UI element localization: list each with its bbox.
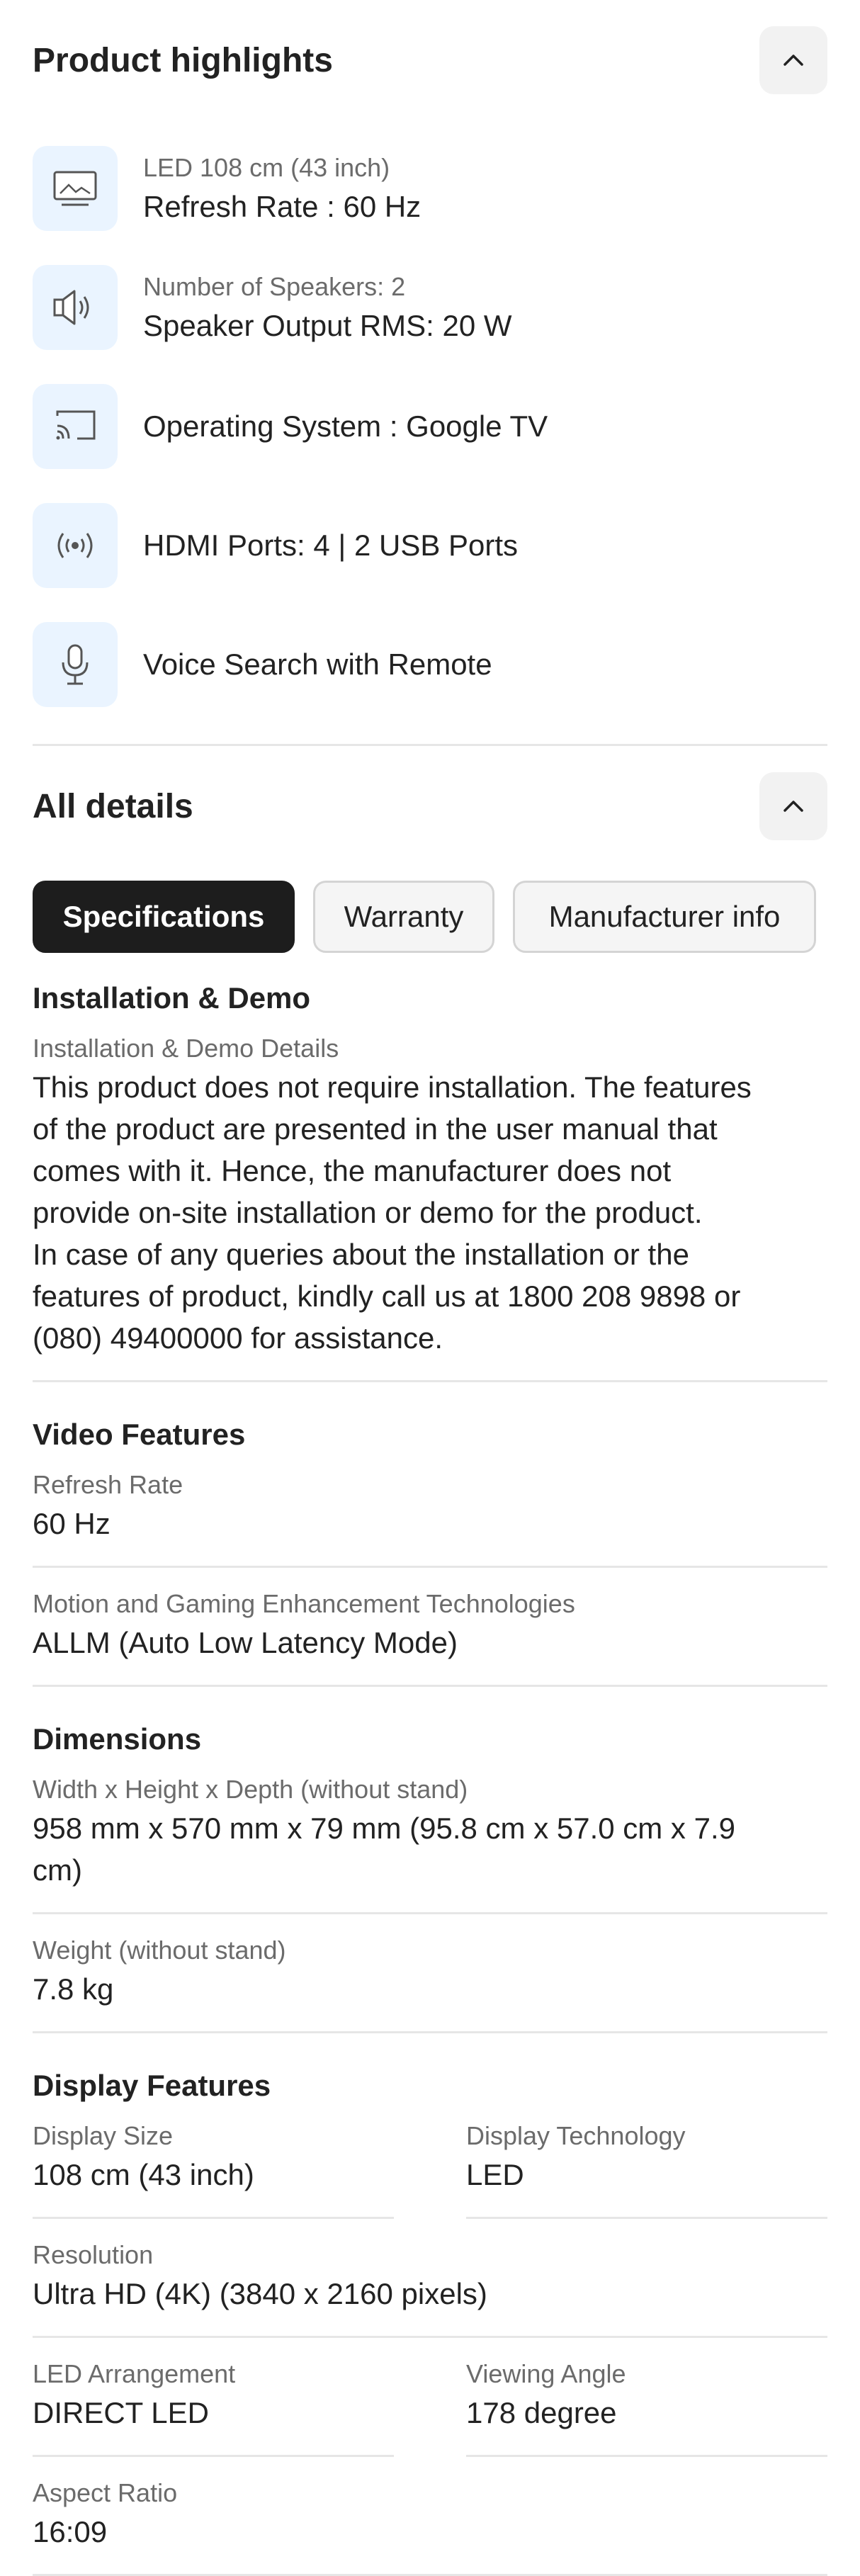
display-technology-field: Display Technology LED [466, 2121, 827, 2219]
field-value: 60 Hz [33, 1507, 111, 1540]
chevron-up-icon [783, 801, 803, 812]
microphone-icon [33, 622, 118, 707]
speaker-icon [33, 265, 118, 350]
installation-line: comes with it. Hence, the manufacturer d… [33, 1154, 672, 1187]
highlight-main: Refresh Rate : 60 Hz [143, 190, 421, 223]
dimensions-title: Dimensions [33, 1722, 202, 1756]
installation-title: Installation & Demo [33, 981, 311, 1015]
field-value: 108 cm (43 inch) [33, 2158, 254, 2191]
highlight-item: LED 108 cm (43 inch) Refresh Rate : 60 H… [33, 129, 827, 248]
motion-gaming-field: Motion and Gaming Enhancement Technologi… [33, 1568, 827, 1687]
highlights-collapse-button[interactable] [759, 26, 827, 94]
dimensions-field: Width x Height x Depth (without stand) 9… [33, 1775, 827, 1914]
details-header: All details [33, 746, 827, 866]
highlights-list: LED 108 cm (43 inch) Refresh Rate : 60 H… [33, 129, 827, 724]
details-tabs: Specifications Warranty Manufacturer inf… [33, 881, 827, 953]
field-value: 7.8 kg [33, 1972, 114, 2006]
highlight-main: Speaker Output RMS: 20 W [143, 309, 512, 342]
field-value: Ultra HD (4K) (3840 x 2160 pixels) [33, 2277, 487, 2310]
highlight-sub: LED 108 cm (43 inch) [143, 153, 390, 182]
tab-manufacturer-info[interactable]: Manufacturer info [513, 881, 816, 953]
installation-line: features of product, kindly call us at 1… [33, 1279, 741, 1313]
installation-line: This product does not require installati… [33, 1070, 752, 1104]
field-value: DIRECT LED [33, 2396, 209, 2429]
highlight-main: Operating System : Google TV [143, 409, 548, 443]
dimensions-line: 958 mm x 570 mm x 79 mm (95.8 cm x 57.0 … [33, 1812, 735, 1845]
display-features-title: Display Features [33, 2069, 271, 2102]
video-features-title: Video Features [33, 1418, 246, 1451]
tab-specifications[interactable]: Specifications [33, 881, 295, 953]
field-label: LED Arrangement [33, 2359, 236, 2388]
field-label: Aspect Ratio [33, 2478, 178, 2507]
chevron-up-icon [783, 55, 803, 66]
refresh-rate-field: Refresh Rate 60 Hz [33, 1470, 827, 1568]
field-label: Viewing Angle [466, 2359, 626, 2388]
installation-line: In case of any queries about the install… [33, 1238, 689, 1271]
field-label: Display Size [33, 2121, 174, 2150]
highlights-title: Product highlights [33, 41, 333, 79]
installation-line: (080) 49400000 for assistance. [33, 1321, 443, 1355]
resolution-field: Resolution Ultra HD (4K) (3840 x 2160 pi… [33, 2219, 827, 2338]
installation-line: provide on-site installation or demo for… [33, 1196, 703, 1229]
highlight-sub: Number of Speakers: 2 [143, 272, 406, 301]
details-title: All details [33, 787, 193, 825]
viewing-angle-field: Viewing Angle 178 degree [466, 2338, 827, 2457]
highlight-main: Voice Search with Remote [143, 648, 492, 681]
display-size-field: Display Size 108 cm (43 inch) [33, 2121, 394, 2219]
field-label: Width x Height x Depth (without stand) [33, 1775, 468, 1804]
cast-screen-icon [33, 384, 118, 469]
installation-value: This product does not require installati… [33, 1066, 827, 1359]
field-label: Weight (without stand) [33, 1936, 286, 1965]
field-label: Resolution [33, 2240, 154, 2269]
highlight-item: Operating System : Google TV [33, 367, 827, 486]
field-value: 16:09 [33, 2515, 108, 2548]
field-value: 178 degree [466, 2396, 617, 2429]
field-label: Installation & Demo Details [33, 1034, 339, 1063]
display-row: LED Arrangement DIRECT LED Viewing Angle… [33, 2338, 827, 2457]
display-row: Display Size 108 cm (43 inch) Display Te… [33, 2121, 827, 2219]
details-collapse-button[interactable] [759, 772, 827, 840]
field-label: Display Technology [466, 2121, 686, 2150]
highlight-item: Voice Search with Remote [33, 605, 827, 724]
aspect-ratio-field: Aspect Ratio 16:09 [33, 2457, 827, 2576]
weight-field: Weight (without stand) 7.8 kg [33, 1914, 827, 2033]
led-arrangement-field: LED Arrangement DIRECT LED [33, 2338, 394, 2457]
highlights-header: Product highlights [33, 0, 827, 120]
field-label: Refresh Rate [33, 1470, 183, 1499]
highlight-main: HDMI Ports: 4 | 2 USB Ports [143, 529, 519, 562]
tv-screen-icon [33, 146, 118, 231]
dimensions-line: cm) [33, 1853, 82, 1887]
field-value: ALLM (Auto Low Latency Mode) [33, 1626, 458, 1659]
field-value: 958 mm x 570 mm x 79 mm (95.8 cm x 57.0 … [33, 1807, 827, 1891]
broadcast-icon [33, 503, 118, 588]
field-label: Motion and Gaming Enhancement Technologi… [33, 1589, 575, 1618]
installation-line: of the product are presented in the user… [33, 1112, 718, 1146]
tab-warranty[interactable]: Warranty [313, 881, 494, 953]
field-value: LED [466, 2158, 524, 2191]
highlight-item: HDMI Ports: 4 | 2 USB Ports [33, 486, 827, 605]
installation-field: Installation & Demo Details This product… [33, 1034, 827, 1382]
highlight-item: Number of Speakers: 2 Speaker Output RMS… [33, 248, 827, 367]
